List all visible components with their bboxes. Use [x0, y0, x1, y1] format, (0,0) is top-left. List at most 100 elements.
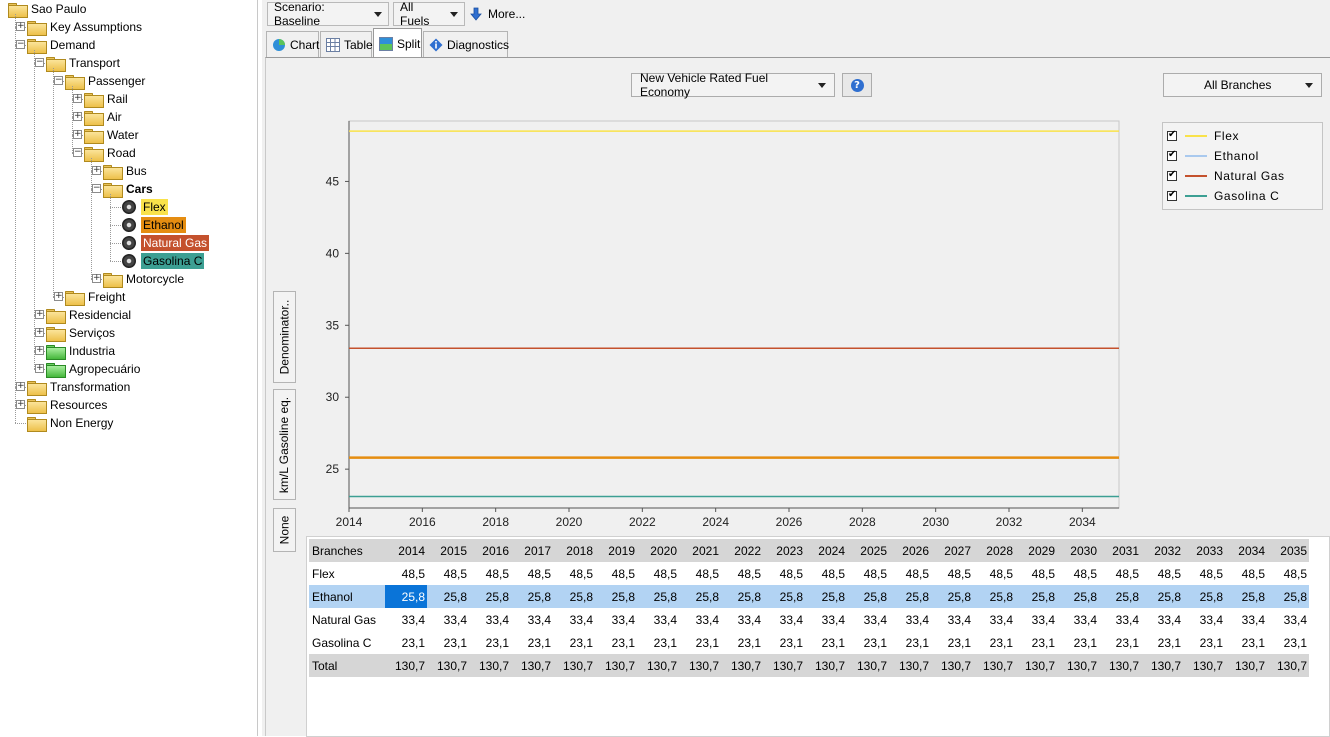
table-cell[interactable]: 25,8 — [763, 585, 805, 608]
table-cell[interactable]: 23,1 — [511, 631, 553, 654]
tree-item-agropecu-rio[interactable]: Agropecuário — [46, 360, 142, 378]
expand-icon[interactable]: + — [35, 310, 44, 319]
legend-item[interactable]: Flex — [1167, 127, 1239, 145]
expand-icon[interactable]: + — [16, 382, 25, 391]
scenario-dropdown[interactable]: Scenario: Baseline — [267, 0, 389, 28]
legend-checkbox[interactable] — [1167, 129, 1177, 141]
table-cell[interactable]: 25,8 — [931, 585, 973, 608]
table-cell[interactable]: 48,5 — [1267, 562, 1309, 585]
table-cell[interactable]: 23,1 — [1015, 631, 1057, 654]
table-cell[interactable]: 33,4 — [1183, 608, 1225, 631]
table-cell[interactable]: 33,4 — [931, 608, 973, 631]
table-cell[interactable]: 25,8 — [427, 585, 469, 608]
expand-icon[interactable]: + — [73, 112, 82, 121]
variable-dropdown[interactable]: New Vehicle Rated Fuel Economy — [631, 71, 835, 99]
table-cell[interactable]: 48,5 — [1015, 562, 1057, 585]
table-cell[interactable]: 48,5 — [847, 562, 889, 585]
table-cell[interactable]: 48,5 — [469, 562, 511, 585]
table-cell[interactable]: 23,1 — [1141, 631, 1183, 654]
legend-checkbox[interactable] — [1167, 149, 1177, 161]
collapse-icon[interactable]: − — [92, 184, 101, 193]
collapse-icon[interactable]: − — [35, 58, 44, 67]
expand-icon[interactable]: + — [73, 130, 82, 139]
tree-item-servi-os[interactable]: Serviços — [46, 324, 117, 342]
table-cell[interactable]: 48,5 — [385, 562, 427, 585]
table-cell[interactable]: 33,4 — [385, 608, 427, 631]
legend-item[interactable]: Natural Gas — [1167, 167, 1285, 185]
table-cell[interactable]: 23,1 — [553, 631, 595, 654]
table-cell[interactable]: 23,1 — [847, 631, 889, 654]
table-cell[interactable]: 23,1 — [595, 631, 637, 654]
table-cell[interactable]: 33,4 — [1267, 608, 1309, 631]
table-cell[interactable]: 25,8 — [889, 585, 931, 608]
table-cell[interactable]: 25,8 — [847, 585, 889, 608]
expand-icon[interactable]: + — [35, 346, 44, 355]
table-cell[interactable]: 23,1 — [889, 631, 931, 654]
vtab-units[interactable]: km/L Gasoline eq. — [273, 389, 296, 500]
table-cell[interactable]: 25,8 — [1141, 585, 1183, 608]
legend-item[interactable]: Ethanol — [1167, 147, 1259, 165]
table-cell[interactable]: 25,8 — [1183, 585, 1225, 608]
tree-item-bus[interactable]: Bus — [103, 162, 149, 180]
table-cell[interactable]: 23,1 — [1267, 631, 1309, 654]
table-cell[interactable]: 25,8 — [1099, 585, 1141, 608]
table-row[interactable]: Ethanol 25,8 25,8 25,8 25,8 25,8 25,8 25,8 25,8 2… — [309, 585, 1309, 608]
expand-icon[interactable]: + — [35, 364, 44, 373]
table-cell[interactable]: 48,5 — [1225, 562, 1267, 585]
table-cell[interactable]: 48,5 — [1099, 562, 1141, 585]
table-cell[interactable]: 25,8 — [1015, 585, 1057, 608]
table-cell[interactable]: 33,4 — [805, 608, 847, 631]
branches-dropdown[interactable]: All Branches — [1163, 73, 1322, 97]
table-cell[interactable]: 48,5 — [889, 562, 931, 585]
table-cell[interactable]: 48,5 — [427, 562, 469, 585]
tree-item-key-assumptions[interactable]: Key Assumptions — [27, 18, 144, 36]
expand-icon[interactable]: + — [92, 274, 101, 283]
table-cell[interactable]: 25,8 — [385, 585, 427, 608]
table-cell[interactable]: 33,4 — [427, 608, 469, 631]
tree-item-ethanol[interactable]: Ethanol — [122, 216, 186, 234]
table-cell[interactable]: 23,1 — [637, 631, 679, 654]
table-cell[interactable]: 23,1 — [1183, 631, 1225, 654]
table-cell[interactable]: 25,8 — [511, 585, 553, 608]
table-cell[interactable]: 48,5 — [805, 562, 847, 585]
table-cell[interactable]: 48,5 — [931, 562, 973, 585]
collapse-icon[interactable]: − — [54, 76, 63, 85]
table-cell[interactable]: 48,5 — [973, 562, 1015, 585]
table-cell[interactable]: 33,4 — [1057, 608, 1099, 631]
table-cell[interactable]: 33,4 — [469, 608, 511, 631]
data-grid[interactable]: Branches 2014 2015 2016 2017 2018 2019 2020 2021… — [306, 536, 1330, 737]
table-cell[interactable]: 48,5 — [1057, 562, 1099, 585]
expand-icon[interactable]: + — [16, 22, 25, 31]
tree-item-freight[interactable]: Freight — [65, 288, 127, 306]
table-cell[interactable]: 23,1 — [805, 631, 847, 654]
legend-checkbox[interactable] — [1167, 189, 1177, 201]
table-cell[interactable]: 25,8 — [1225, 585, 1267, 608]
table-cell[interactable]: 48,5 — [679, 562, 721, 585]
tree-item-residencial[interactable]: Residencial — [46, 306, 133, 324]
tab-table[interactable]: Table — [320, 31, 373, 57]
table-cell[interactable]: 33,4 — [763, 608, 805, 631]
tab-diagnostics[interactable]: Diagnostics — [423, 31, 509, 57]
tree-item-road[interactable]: Road — [84, 144, 138, 162]
tree-item-gasolina-c[interactable]: Gasolina C — [122, 252, 205, 270]
tree-item-transformation[interactable]: Transformation — [27, 378, 132, 396]
table-cell[interactable]: 48,5 — [637, 562, 679, 585]
table-cell[interactable]: 23,1 — [1225, 631, 1267, 654]
table-cell[interactable]: 48,5 — [1141, 562, 1183, 585]
table-cell[interactable]: 23,1 — [1099, 631, 1141, 654]
table-cell[interactable]: 33,4 — [889, 608, 931, 631]
table-cell[interactable]: 25,8 — [973, 585, 1015, 608]
table-cell[interactable]: 25,8 — [637, 585, 679, 608]
table-cell[interactable]: 33,4 — [847, 608, 889, 631]
table-cell[interactable]: 33,4 — [553, 608, 595, 631]
table-cell[interactable]: 48,5 — [763, 562, 805, 585]
tree-item-non-energy[interactable]: Non Energy — [27, 414, 115, 432]
tree-item-resources[interactable]: Resources — [27, 396, 109, 414]
tree-item-sao-paulo[interactable]: Sao Paulo — [8, 0, 88, 18]
help-button[interactable]: ? — [842, 73, 872, 97]
expand-icon[interactable]: + — [73, 94, 82, 103]
vtab-denominator[interactable]: Denominator.. — [273, 291, 296, 383]
expand-icon[interactable]: + — [92, 166, 101, 175]
table-cell[interactable]: 33,4 — [721, 608, 763, 631]
expand-icon[interactable]: + — [16, 400, 25, 409]
